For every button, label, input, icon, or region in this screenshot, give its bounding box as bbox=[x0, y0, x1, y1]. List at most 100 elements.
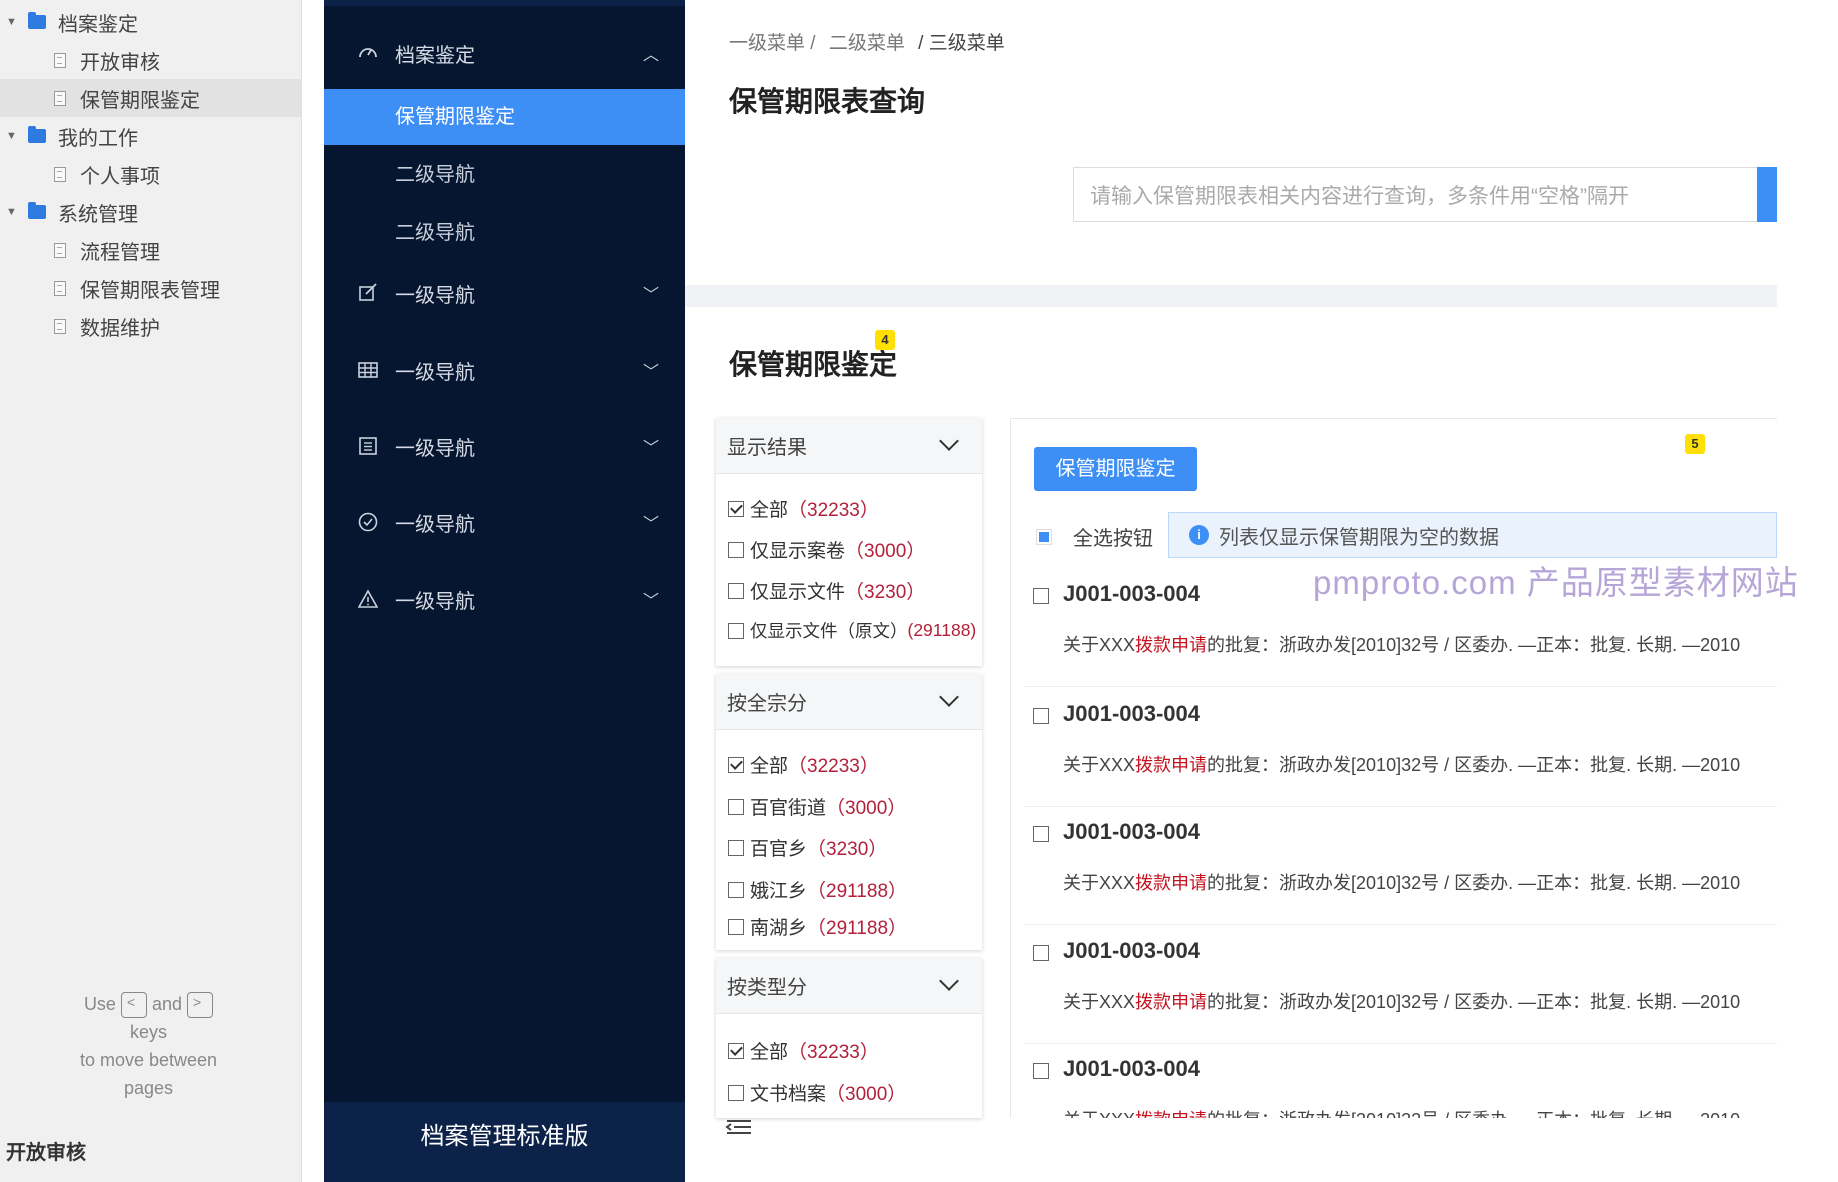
expand-arrow-icon[interactable]: ▼ bbox=[6, 16, 18, 28]
tree-folder-system-admin[interactable]: ▼ 系统管理 bbox=[0, 193, 302, 231]
record-code[interactable]: J001-003-004 bbox=[1063, 819, 1200, 845]
page-icon bbox=[54, 318, 66, 334]
filter-header[interactable]: 按类型分 bbox=[716, 958, 982, 1014]
desc-suffix: 的批复：浙政办发[2010]32号 / 区委办. —正本：批复. 长期. —20… bbox=[1207, 1110, 1740, 1118]
nav-group-2[interactable]: 一级导航 ﹀ bbox=[324, 350, 685, 390]
list-item[interactable]: J001-003-004 关于XXX拨款申请的批复：浙政办发[2010]32号 … bbox=[1025, 806, 1777, 925]
watermark: pmproto.com 产品原型素材网站 bbox=[1313, 564, 1799, 601]
filter-option[interactable]: 仅显示案卷 （3000） bbox=[728, 536, 925, 563]
checkbox[interactable] bbox=[728, 918, 744, 935]
list-item[interactable]: J001-003-004 关于XXX拨款申请的批复：浙政办发[2010]32号 … bbox=[1025, 688, 1777, 807]
breadcrumb-level2[interactable]: 二级菜单 bbox=[829, 33, 905, 54]
record-code[interactable]: J001-003-004 bbox=[1063, 1056, 1200, 1082]
record-code[interactable]: J001-003-004 bbox=[1063, 701, 1200, 727]
expand-arrow-icon[interactable]: ▼ bbox=[6, 130, 18, 142]
collapse-sidebar-icon[interactable] bbox=[725, 1116, 753, 1142]
nav-group-label: 一级导航 bbox=[395, 437, 475, 460]
retention-appraisal-button[interactable]: 保管期限鉴定 bbox=[1034, 447, 1197, 491]
filter-option[interactable]: 百官乡 （3230） bbox=[728, 834, 887, 861]
tree-page-retention-appraisal[interactable]: 保管期限鉴定 bbox=[0, 79, 302, 117]
checkbox[interactable] bbox=[728, 1084, 744, 1101]
option-count: （3230） bbox=[845, 582, 926, 603]
tree-page-open-review[interactable]: 开放审核 bbox=[0, 41, 302, 79]
tree-label: 个人事项 bbox=[80, 165, 160, 188]
tree-label: 流程管理 bbox=[80, 241, 160, 264]
desc-suffix: 的批复：浙政办发[2010]32号 / 区委办. —正本：批复. 长期. —20… bbox=[1207, 635, 1741, 655]
filter-option[interactable]: 仅显示文件 （3230） bbox=[728, 577, 925, 604]
tree-page-data-maintenance[interactable]: 数据维护 bbox=[0, 307, 302, 345]
filter-header[interactable]: 按全宗分 bbox=[716, 674, 982, 730]
info-alert: i 列表仅显示保管期限为空的数据 bbox=[1168, 512, 1777, 558]
desc-highlight: 拨款申请 bbox=[1135, 1110, 1207, 1118]
filter-option[interactable]: 仅显示文件（原文） (291188) bbox=[728, 618, 976, 643]
search-button[interactable] bbox=[1757, 167, 1777, 222]
checkbox[interactable] bbox=[1033, 588, 1049, 604]
chevron-up-icon: ︿ bbox=[642, 47, 659, 64]
nav-group-1[interactable]: 一级导航 ﹀ bbox=[324, 273, 685, 313]
filter-option[interactable]: 娥江乡 （291188） bbox=[728, 876, 907, 903]
filter-title: 按全宗分 bbox=[727, 693, 807, 715]
checkbox[interactable] bbox=[728, 881, 744, 898]
search-input[interactable]: 请输入保管期限表相关内容进行查询，多条件用“空格”隔开 bbox=[1073, 167, 1763, 222]
filter-option[interactable]: 全部 （32233） bbox=[728, 495, 879, 522]
info-text: 列表仅显示保管期限为空的数据 bbox=[1219, 526, 1499, 549]
option-label: 全部 bbox=[750, 756, 789, 777]
hint-line2: pages bbox=[123, 1078, 174, 1099]
checkbox[interactable] bbox=[728, 582, 744, 599]
checkbox[interactable] bbox=[728, 1042, 744, 1059]
filter-option[interactable]: 南湖乡 （291188） bbox=[728, 913, 907, 940]
checkbox[interactable] bbox=[728, 541, 744, 558]
filter-option[interactable]: 文书档案 （3000） bbox=[728, 1079, 906, 1106]
nav-group-label: 档案鉴定 bbox=[395, 44, 475, 67]
list-item[interactable]: J001-003-004 关于XXX拨款申请的批复：浙政办发[2010]32号 … bbox=[1025, 1043, 1777, 1118]
nav-group-archive-appraisal[interactable]: 档案鉴定 ︿ bbox=[324, 22, 685, 84]
folder-icon bbox=[28, 12, 46, 29]
chevron-down-icon[interactable] bbox=[939, 431, 959, 451]
checkbox[interactable] bbox=[1033, 826, 1049, 842]
page-icon bbox=[54, 280, 66, 296]
tree-label: 数据维护 bbox=[80, 317, 160, 340]
nav-group-label: 一级导航 bbox=[395, 590, 475, 613]
next-key-icon[interactable]: > bbox=[187, 992, 214, 1019]
desc-prefix: 关于XXX bbox=[1063, 635, 1136, 655]
filter-option[interactable]: 全部 （32233） bbox=[728, 1037, 879, 1064]
table-icon bbox=[357, 359, 379, 381]
tree-page-retention-table[interactable]: 保管期限表管理 bbox=[0, 269, 302, 307]
checkbox[interactable] bbox=[728, 798, 744, 815]
checkbox[interactable] bbox=[728, 622, 744, 639]
prev-key-icon[interactable]: < bbox=[120, 992, 147, 1019]
nav-sub-level2-a[interactable]: 二级导航 bbox=[324, 147, 685, 203]
record-code[interactable]: J001-003-004 bbox=[1063, 938, 1200, 964]
check-circle-icon bbox=[357, 511, 379, 533]
nav-sub-level2-b[interactable]: 二级导航 bbox=[324, 205, 685, 261]
folder-icon bbox=[28, 202, 46, 219]
tree-folder-my-work[interactable]: ▼ 我的工作 bbox=[0, 117, 302, 155]
select-all-checkbox[interactable] bbox=[1036, 528, 1052, 545]
tree-page-workflow[interactable]: 流程管理 bbox=[0, 231, 302, 269]
breadcrumb-level1[interactable]: 一级菜单 / bbox=[729, 33, 816, 54]
checkbox[interactable] bbox=[1033, 708, 1049, 724]
record-code[interactable]: J001-003-004 bbox=[1063, 581, 1200, 607]
checkbox[interactable] bbox=[1033, 1063, 1049, 1079]
page-icon bbox=[54, 52, 66, 68]
filter-header[interactable]: 显示结果 bbox=[716, 418, 982, 474]
nav-sub-retention-appraisal[interactable]: 保管期限鉴定 bbox=[324, 89, 685, 145]
expand-arrow-icon[interactable]: ▼ bbox=[6, 206, 18, 218]
select-all[interactable]: 全选按钮 bbox=[1036, 522, 1153, 551]
checkbox[interactable] bbox=[728, 756, 744, 773]
nav-group-3[interactable]: 一级导航 ﹀ bbox=[324, 426, 685, 466]
tree-page-personal-items[interactable]: 个人事项 bbox=[0, 155, 302, 193]
checkbox[interactable] bbox=[1033, 945, 1049, 961]
filter-option[interactable]: 百官街道 （3000） bbox=[728, 793, 906, 820]
filter-option[interactable]: 全部 （32233） bbox=[728, 751, 879, 778]
chevron-down-icon[interactable] bbox=[939, 971, 959, 991]
tree-folder-archive-appraisal[interactable]: ▼ 档案鉴定 bbox=[0, 3, 302, 41]
nav-group-5[interactable]: 一级导航 ﹀ bbox=[324, 579, 685, 619]
nav-group-4[interactable]: 一级导航 ﹀ bbox=[324, 502, 685, 542]
desc-prefix: 关于XXX bbox=[1063, 992, 1136, 1012]
list-item[interactable]: J001-003-004 关于XXX拨款申请的批复：浙政办发[2010]32号 … bbox=[1025, 925, 1777, 1044]
side-navigation: 档案鉴定 ︿ 保管期限鉴定 二级导航 二级导航 一级导航 ﹀ 一级导航 ﹀ 一级… bbox=[324, 0, 685, 1182]
chevron-down-icon[interactable] bbox=[939, 687, 959, 707]
checkbox[interactable] bbox=[728, 500, 744, 517]
checkbox[interactable] bbox=[728, 839, 744, 856]
